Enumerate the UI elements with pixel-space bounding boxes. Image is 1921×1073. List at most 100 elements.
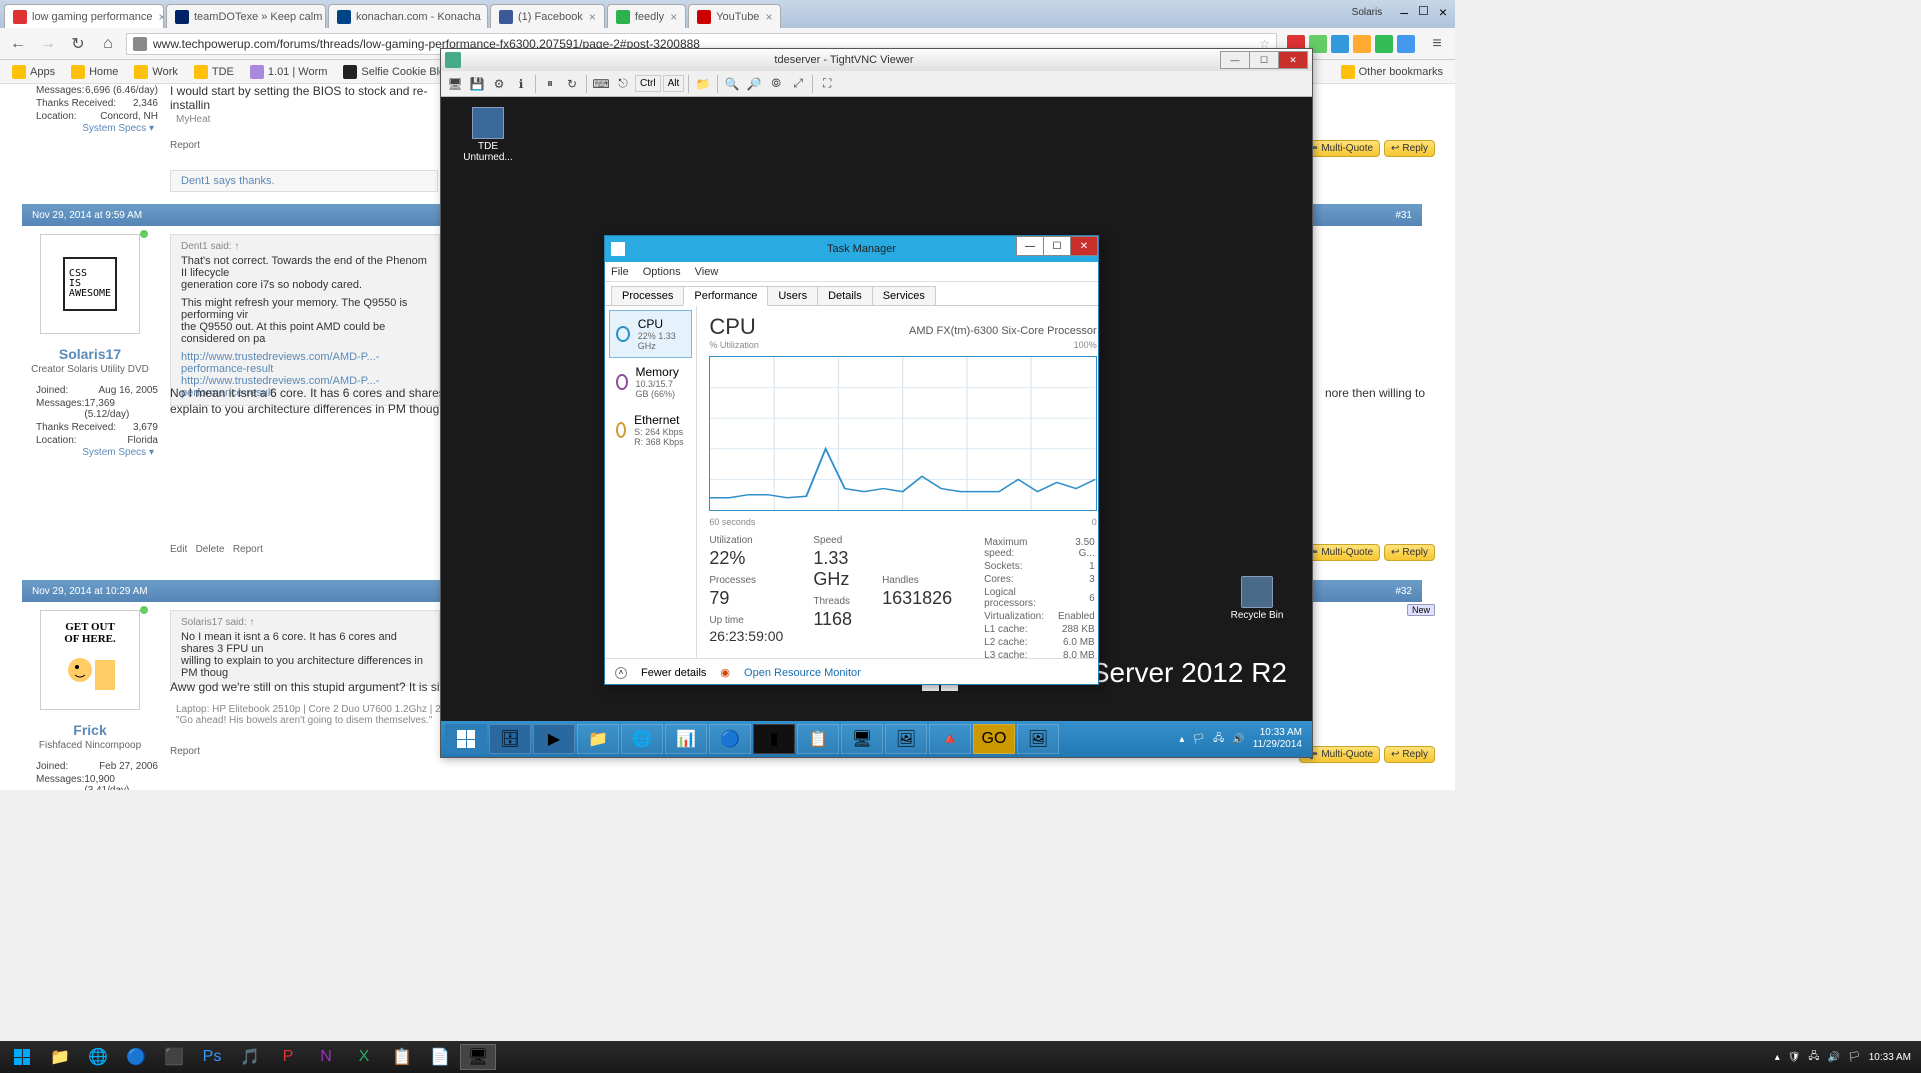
tab-close-icon[interactable]: × (765, 10, 772, 24)
username-link[interactable]: Solaris17 (40, 346, 140, 362)
maximize-btn[interactable]: ☐ (1414, 4, 1433, 22)
post-number[interactable]: #32 (1395, 586, 1412, 597)
tray-network-icon[interactable]: 🖧 (1808, 1049, 1819, 1066)
ext-icon[interactable] (1397, 35, 1415, 53)
tray-volume-icon[interactable]: 🔊 (1232, 734, 1244, 745)
taskbar-chrome[interactable]: 🔵 (709, 724, 751, 754)
taskbar-app[interactable]: 📄 (422, 1044, 458, 1070)
tray-clock[interactable]: 10:33 AM 11/29/2014 (1253, 727, 1302, 751)
vnc-titlebar[interactable]: tdeserver - TightVNC Viewer — ☐ ✕ (441, 49, 1312, 71)
quote-attribution[interactable]: Dent1 said: ↑ (181, 241, 429, 252)
ext-icon[interactable] (1375, 35, 1393, 53)
taskbar-powerpoint[interactable]: P (270, 1044, 306, 1070)
bookmark[interactable]: TDE (188, 63, 240, 81)
close-btn[interactable]: × (1435, 4, 1451, 22)
save-icon[interactable]: 💾 (467, 74, 487, 94)
bookmark[interactable]: Work (128, 63, 183, 81)
close-button[interactable]: ✕ (1278, 51, 1308, 69)
report-link[interactable]: Report (170, 140, 200, 151)
taskbar-itunes[interactable]: 🎵 (232, 1044, 268, 1070)
reply-button[interactable]: ↩Reply (1384, 544, 1435, 561)
zoom-in-icon[interactable]: 🔍 (722, 74, 742, 94)
fewer-details-link[interactable]: Fewer details (641, 667, 706, 679)
tab-performance[interactable]: Performance (683, 286, 768, 306)
taskbar-powershell[interactable]: ▶ (533, 724, 575, 754)
taskbar-excel[interactable]: X (346, 1044, 382, 1070)
report-link[interactable]: Report (170, 746, 200, 757)
taskbar-app[interactable]: 🖥 (841, 724, 883, 754)
quote-attribution[interactable]: Solaris17 said: ↑ (181, 617, 429, 628)
taskbar-steam[interactable]: ⬛ (156, 1044, 192, 1070)
zoom-100-icon[interactable]: ⦾ (766, 74, 786, 94)
menu-view[interactable]: View (695, 266, 719, 278)
zoom-auto-icon[interactable]: ⤢ (788, 74, 808, 94)
tab-3[interactable]: (1) Facebook× (490, 4, 605, 28)
taskbar-cmd[interactable]: ▮ (753, 724, 795, 754)
tray-chevron-icon[interactable]: ▴ (1179, 734, 1184, 745)
bookmark[interactable]: Home (65, 63, 124, 81)
taskbar-vlc[interactable]: 🔺 (929, 724, 971, 754)
ctrl-esc-icon[interactable]: ⎋ (613, 74, 633, 94)
options-icon[interactable]: ⚙ (489, 74, 509, 94)
minimize-button[interactable]: — (1220, 51, 1250, 69)
taskbar-taskmgr[interactable]: 📊 (665, 724, 707, 754)
cad-icon[interactable]: ⌨ (591, 74, 611, 94)
taskbar-photoshop[interactable]: Ps (194, 1044, 230, 1070)
tab-close-icon[interactable]: × (670, 10, 677, 24)
edit-link[interactable]: Edit (170, 544, 187, 555)
taskbar-app[interactable]: 🖼 (1017, 724, 1059, 754)
zoom-out-icon[interactable]: 🔎 (744, 74, 764, 94)
taskbar-app[interactable]: 📋 (797, 724, 839, 754)
resource-monitor-link[interactable]: Open Resource Monitor (744, 667, 861, 679)
tab-users[interactable]: Users (767, 286, 818, 305)
reply-button[interactable]: ↩Reply (1384, 140, 1435, 157)
ctrl-key-button[interactable]: Ctrl (635, 75, 661, 92)
ext-icon[interactable] (1331, 35, 1349, 53)
sidebar-cpu[interactable]: CPU22% 1.33 GHz (609, 310, 692, 358)
avatar[interactable]: CSSISAWESOME (40, 234, 140, 334)
tab-1[interactable]: teamDOTexe » Keep calm× (166, 4, 326, 28)
tab-close-icon[interactable]: × (589, 10, 596, 24)
reload-button[interactable]: ↻ (66, 32, 90, 56)
taskbar-app[interactable]: 📋 (384, 1044, 420, 1070)
sidebar-ethernet[interactable]: EthernetS: 264 Kbps R: 368 Kbps (609, 406, 692, 454)
tray-flag-icon[interactable]: 🏳 (1192, 734, 1205, 745)
tray-icon[interactable]: 🛡 (1788, 1052, 1801, 1063)
taskbar-explorer[interactable]: 📁 (42, 1044, 78, 1070)
tab-0[interactable]: low gaming performance× (4, 4, 164, 28)
start-button[interactable] (445, 724, 487, 754)
tab-services[interactable]: Services (872, 286, 936, 305)
report-link[interactable]: Report (233, 544, 263, 555)
username-link[interactable]: Frick (40, 722, 140, 738)
fullscreen-icon[interactable]: ⛶ (817, 74, 837, 94)
back-button[interactable]: ← (6, 32, 30, 56)
info-icon[interactable]: ℹ (511, 74, 531, 94)
taskbar-chrome[interactable]: 🔵 (118, 1044, 154, 1070)
home-button[interactable]: ⌂ (96, 32, 120, 56)
system-tray[interactable]: ▴ 🏳 🖧 🔊 10:33 AM 11/29/2014 (1179, 727, 1308, 751)
taskbar-server-manager[interactable]: 🗄 (489, 724, 531, 754)
tab-processes[interactable]: Processes (611, 286, 684, 305)
system-specs-link[interactable]: System Specs ▾ (32, 447, 162, 458)
taskbar-onenote[interactable]: N (308, 1044, 344, 1070)
tab-close-icon[interactable]: × (158, 10, 164, 24)
tray-flag-icon[interactable]: 🏳 (1848, 1052, 1861, 1063)
tab-2[interactable]: konachan.com - Konacha× (328, 4, 488, 28)
remote-desktop[interactable]: TDE Unturned... Recycle Bin Windows Serv… (441, 97, 1312, 721)
taskbar-app[interactable]: 🖼 (885, 724, 927, 754)
profile-name[interactable]: Solaris (1352, 4, 1383, 22)
alt-key-button[interactable]: Alt (663, 75, 685, 92)
clock-time[interactable]: 10:33 AM (1869, 1052, 1911, 1063)
menu-button[interactable]: ≡ (1425, 32, 1449, 56)
taskbar-csgo[interactable]: GO (973, 724, 1015, 754)
pause-icon[interactable]: ⏸ (540, 74, 560, 94)
post-number[interactable]: #31 (1395, 210, 1412, 221)
refresh-icon[interactable]: ↻ (562, 74, 582, 94)
file-transfer-icon[interactable]: 📁 (693, 74, 713, 94)
maximize-button[interactable]: ☐ (1043, 236, 1071, 256)
menu-options[interactable]: Options (643, 266, 681, 278)
reply-button[interactable]: ↩Reply (1384, 746, 1435, 763)
minimize-button[interactable]: — (1016, 236, 1044, 256)
chevron-up-icon[interactable]: ˄ (615, 667, 627, 679)
system-specs-link[interactable]: System Specs ▾ (32, 123, 162, 134)
